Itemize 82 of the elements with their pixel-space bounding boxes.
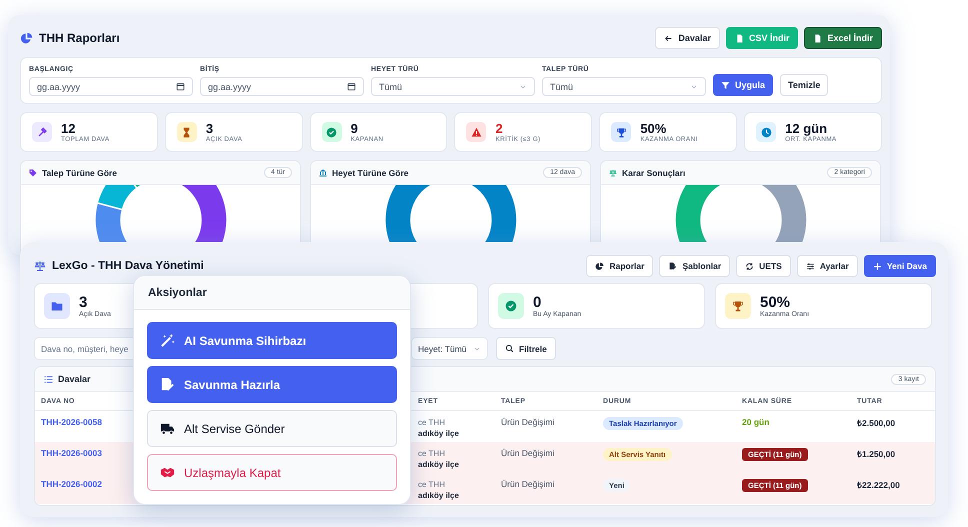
tag-icon	[29, 168, 37, 176]
table-cell-text: adıköy ilçe	[418, 459, 460, 470]
table-cell: Ürün Değişimi	[501, 417, 554, 427]
document-pen-icon	[668, 262, 678, 270]
plus-icon	[872, 262, 882, 270]
table-cell: Ürün Değişimi	[501, 479, 554, 489]
table-title: Davalar	[58, 374, 91, 384]
select-field[interactable]: Tümü	[371, 77, 535, 96]
stat-value: 50%	[760, 294, 792, 311]
pie-chart-icon	[595, 262, 604, 270]
chart-title: Karar Sonuçları	[622, 168, 686, 178]
select-field[interactable]: Tümü	[542, 77, 706, 96]
case-link[interactable]: THH-2026-0003	[41, 448, 102, 458]
scale-icon	[34, 260, 46, 272]
apply-button[interactable]: Uygula	[713, 74, 774, 96]
days-left: 20 gün	[742, 417, 770, 427]
menu-title: Aksiyonlar	[134, 276, 410, 310]
stat-value: 3	[206, 122, 214, 136]
stat-value: 9	[350, 122, 359, 136]
table-cell-text: ce THH	[418, 479, 446, 490]
stat-value: 3	[79, 294, 88, 311]
download-button[interactable]: Excel İndir	[804, 27, 882, 49]
folder-icon	[51, 300, 63, 312]
stat-value: 50%	[640, 122, 668, 136]
hourglass-icon	[181, 126, 192, 138]
chart-title: Heyet Türüne Göre	[332, 168, 409, 178]
new-case-button[interactable]: Yeni Dava	[864, 255, 936, 277]
building-icon	[319, 168, 327, 176]
filter-icon	[721, 80, 730, 90]
menu-action-button[interactable]: Alt Servise Gönder	[147, 410, 397, 447]
uets-button[interactable]: UETS	[736, 255, 791, 277]
calendar-icon	[176, 82, 185, 91]
clock-icon	[760, 126, 772, 138]
date-field[interactable]: gg.aa.yyyy	[29, 77, 193, 96]
sliders-icon	[806, 262, 815, 270]
table-cell-text: ce THH	[418, 417, 446, 428]
truck-icon	[160, 421, 175, 436]
stat-value: 12 gün	[785, 122, 828, 136]
handshake-icon	[160, 465, 175, 480]
case-link[interactable]: THH-2026-0058	[41, 417, 102, 427]
search-icon	[505, 344, 514, 353]
trophy-icon	[616, 126, 627, 138]
check-circle-icon	[505, 300, 517, 312]
menu-action-button[interactable]: Savunma Hazırla	[147, 366, 397, 403]
clear-button[interactable]: Temizle	[780, 74, 828, 96]
check-circle-icon	[326, 126, 338, 138]
stat-value: 2	[495, 122, 503, 136]
gavel-icon	[36, 126, 48, 138]
amount-cell: ₺1.250,00	[857, 449, 896, 459]
back-button[interactable]: Davalar	[655, 27, 720, 49]
arrow-left-icon	[664, 34, 674, 42]
amount-cell: ₺2.500,00	[857, 418, 896, 428]
trophy-icon	[732, 300, 744, 312]
settings-button[interactable]: Ayarlar	[796, 255, 858, 277]
table-cell-text: adıköy ilçe	[418, 428, 460, 439]
document-icon	[734, 34, 744, 42]
list-icon	[44, 374, 53, 384]
warning-icon	[470, 126, 482, 138]
stat-value: 12	[61, 122, 76, 136]
table-cell-text: adıköy ilçe	[418, 490, 460, 501]
scale-icon	[609, 168, 617, 176]
document-pen-icon	[160, 377, 175, 392]
select-field[interactable]: Heyet: Tümü	[411, 337, 488, 360]
amount-cell: ₺22.222,00	[857, 480, 900, 490]
reports-button[interactable]: Raporlar	[586, 255, 654, 277]
table-cell-text: ce THH	[418, 448, 446, 459]
chart-title: Talep Türüne Göre	[42, 168, 117, 178]
pie-chart-icon	[20, 32, 33, 44]
document-icon	[813, 34, 822, 42]
magic-wand-icon	[160, 333, 175, 348]
menu-action-button[interactable]: Uzlaşmayla Kapat	[147, 454, 397, 491]
sync-icon	[745, 262, 754, 270]
filter-button[interactable]: Filtrele	[496, 337, 556, 360]
window-title: THH Raporları	[39, 31, 120, 45]
calendar-icon	[347, 82, 356, 91]
templates-button[interactable]: Şablonlar	[659, 255, 730, 277]
menu-action-button[interactable]: AI Savunma Sihirbazı	[147, 322, 397, 359]
case-link[interactable]: THH-2026-0002	[41, 479, 102, 489]
table-cell: Ürün Değişimi	[501, 448, 554, 458]
stat-value: 0	[533, 294, 542, 311]
date-field[interactable]: gg.aa.yyyy	[200, 77, 364, 96]
window-title: LexGo - THH Dava Yönetimi	[52, 260, 204, 272]
